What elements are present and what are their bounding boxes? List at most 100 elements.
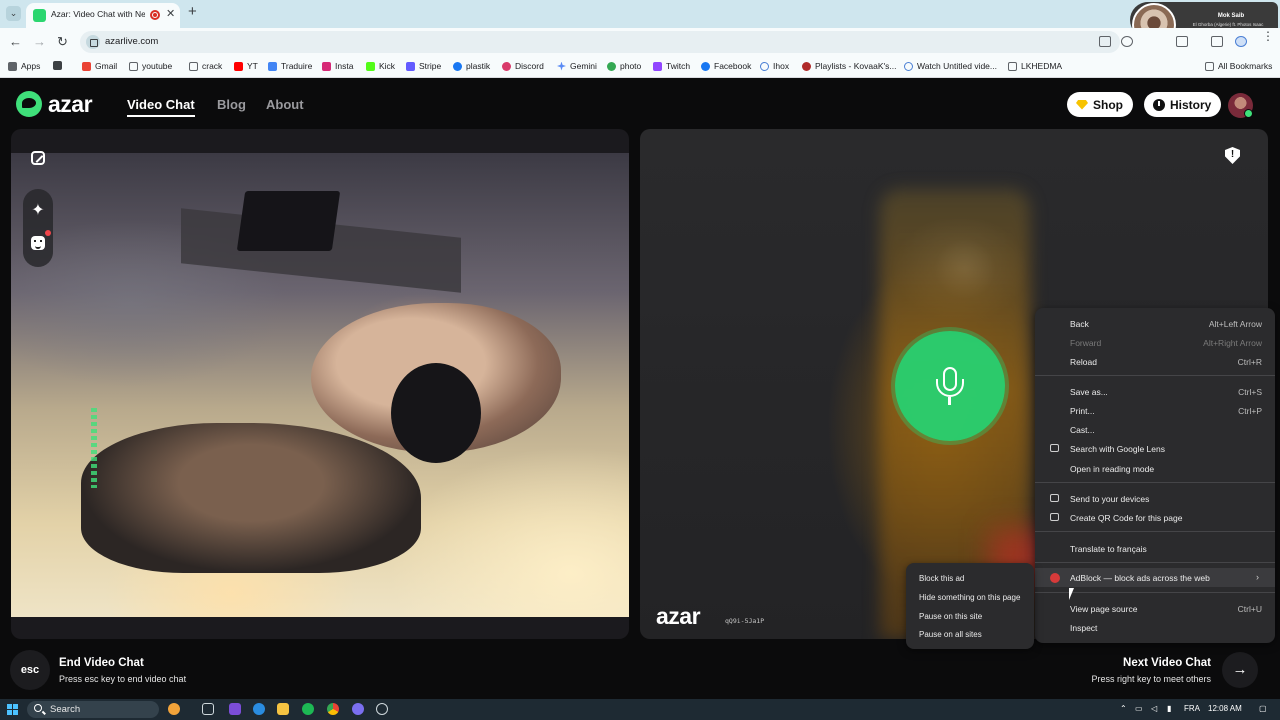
notification-dot	[45, 230, 51, 236]
clock-time[interactable]: 12:08 AM	[1208, 704, 1242, 713]
browser-menu-icon[interactable]: ⋮	[1262, 30, 1274, 42]
menu-cast[interactable]: Cast...	[1035, 420, 1275, 439]
new-tab-button[interactable]: +	[188, 4, 197, 20]
menu-back[interactable]: Back Alt+Left Arrow	[1035, 314, 1275, 333]
extensions-icon[interactable]	[1176, 36, 1188, 47]
bookmark-discord[interactable]: Discord	[502, 61, 544, 71]
menu-save-as[interactable]: Save as... Ctrl+S	[1035, 382, 1275, 401]
kick-icon	[366, 61, 375, 71]
bookmark-ihox[interactable]: Ihox	[760, 61, 789, 71]
nav-video-chat[interactable]: Video Chat	[127, 97, 195, 117]
site-info-icon[interactable]	[86, 35, 100, 49]
chrome-icon[interactable]	[327, 703, 339, 715]
menu-qr-code[interactable]: Create QR Code for this page	[1035, 508, 1275, 527]
hide-icon[interactable]	[1121, 36, 1133, 47]
bookmark-youtube[interactable]: youtube	[129, 61, 172, 71]
menu-send-devices[interactable]: Send to your devices	[1035, 489, 1275, 508]
facebook-icon	[453, 61, 462, 71]
adblock-submenu: Block this ad Hide something on this pag…	[906, 563, 1034, 649]
submenu-pause-site[interactable]: Pause on this site	[919, 612, 982, 621]
edge-icon[interactable]	[253, 703, 265, 715]
all-bookmarks[interactable]: All Bookmarks	[1205, 61, 1272, 71]
submenu-pause-all[interactable]: Pause on all sites	[919, 630, 982, 639]
task-view-icon[interactable]	[202, 703, 214, 715]
next-chat-title: Next Video Chat	[1123, 657, 1211, 669]
windows-start-icon[interactable]	[7, 704, 18, 715]
azar-logo-text[interactable]: azar	[48, 91, 93, 118]
submenu-hide-something[interactable]: Hide something on this page	[919, 593, 1020, 602]
report-shield-icon[interactable]: !	[1225, 147, 1240, 164]
bookmark-crack[interactable]: crack	[189, 61, 222, 71]
bookmarks-bar: Apps Gmail youtube crack YT Traduire Ins…	[0, 56, 1280, 78]
gmail-icon	[82, 61, 91, 71]
menu-view-source[interactable]: View page source Ctrl+U	[1035, 599, 1275, 618]
menu-reading-mode[interactable]: Open in reading mode	[1035, 459, 1275, 478]
microphone-button[interactable]	[895, 331, 1005, 441]
news-widget-icon[interactable]	[168, 703, 180, 715]
bookmark-gmail[interactable]: Gmail	[82, 61, 117, 71]
bookmark-traduire[interactable]: Traduire	[268, 61, 312, 71]
effects-sparkle-icon[interactable]: ✦	[26, 198, 50, 222]
bookmark-yt[interactable]: YT	[234, 61, 258, 71]
menu-inspect[interactable]: Inspect	[1035, 618, 1275, 637]
menu-print[interactable]: Print... Ctrl+P	[1035, 401, 1275, 420]
tab-close-icon[interactable]: ✕	[166, 7, 175, 20]
online-badge	[1244, 109, 1253, 118]
nav-blog[interactable]: Blog	[217, 97, 246, 112]
menu-adblock[interactable]: AdBlock — block ads across the web ›	[1035, 568, 1275, 587]
tab-azar[interactable]: Azar: Video Chat with New ✕	[26, 3, 180, 28]
bookmark-twitch[interactable]: Twitch	[653, 61, 690, 71]
bookmark-kick[interactable]: Kick	[366, 61, 395, 71]
profile-icon[interactable]	[1235, 36, 1247, 47]
menu-translate[interactable]: Translate to français	[1035, 539, 1275, 558]
esc-button[interactable]: esc	[10, 650, 50, 690]
nav-about[interactable]: About	[266, 97, 304, 112]
menu-reload[interactable]: Reload Ctrl+R	[1035, 352, 1275, 371]
mouse-cursor-icon	[1069, 588, 1074, 600]
language-indicator[interactable]: FRA	[1184, 704, 1200, 713]
bookmark-photo[interactable]: photo	[607, 61, 641, 71]
bookmark-plastik[interactable]: plastik	[453, 61, 490, 71]
azar-logo-icon[interactable]	[16, 91, 42, 117]
azar-watermark: azar	[656, 603, 701, 629]
volume-icon[interactable]: ◁	[1151, 704, 1157, 713]
forward-arrow-icon[interactable]: →	[33, 34, 46, 49]
install-app-icon[interactable]	[1099, 36, 1111, 47]
submenu-block-ad[interactable]: Block this ad	[919, 574, 964, 583]
bookmark-watch[interactable]: Watch Untitled vide...	[904, 61, 997, 71]
menu-google-lens[interactable]: Search with Google Lens	[1035, 439, 1275, 458]
history-button[interactable]: History	[1144, 92, 1222, 117]
network-icon[interactable]: ▭	[1135, 704, 1143, 713]
address-bar[interactable]: azarlive.com	[80, 31, 1120, 53]
back-arrow-icon[interactable]: ←	[9, 34, 22, 49]
shop-button[interactable]: Shop	[1067, 92, 1133, 117]
media-icon[interactable]	[1211, 36, 1223, 47]
bookmark-stripe[interactable]: Stripe	[406, 61, 441, 71]
bookmark-facebook[interactable]: Facebook	[701, 61, 751, 71]
devices-icon	[1050, 494, 1059, 502]
taskbar-search[interactable]: Search	[27, 701, 159, 718]
discord-taskbar-icon[interactable]	[352, 703, 364, 715]
file-explorer-icon[interactable]	[277, 703, 289, 715]
menu-forward[interactable]: Forward Alt+Right Arrow	[1035, 333, 1275, 352]
next-arrow-button[interactable]: →	[1222, 652, 1258, 688]
reload-icon[interactable]: ↻	[57, 34, 68, 50]
clock-icon	[1153, 98, 1165, 111]
tab-search-button[interactable]: ⌄	[6, 6, 21, 21]
bookmark-apps[interactable]: Apps	[8, 61, 40, 71]
bookmark-playlists[interactable]: Playlists - KovaaK's...	[802, 61, 896, 71]
spotify-icon[interactable]	[302, 703, 314, 715]
app-icon[interactable]	[229, 703, 241, 715]
settings-icon[interactable]	[376, 703, 388, 715]
bookmark-gemini[interactable]: Gemini	[557, 61, 597, 71]
discord-icon	[502, 61, 511, 71]
battery-icon[interactable]: ▮	[1167, 704, 1171, 713]
bookmark-grid[interactable]	[53, 61, 62, 70]
expand-button[interactable]	[26, 146, 50, 170]
next-chat-hint: Press right key to meet others	[1091, 674, 1211, 684]
tray-chevron-icon[interactable]: ⌃	[1120, 704, 1127, 713]
bookmark-lkhedma[interactable]: LKHEDMA	[1008, 61, 1062, 71]
bookmark-insta[interactable]: Insta	[322, 61, 353, 71]
notifications-icon[interactable]: ▢	[1259, 704, 1267, 713]
local-camera-feed	[11, 153, 629, 617]
